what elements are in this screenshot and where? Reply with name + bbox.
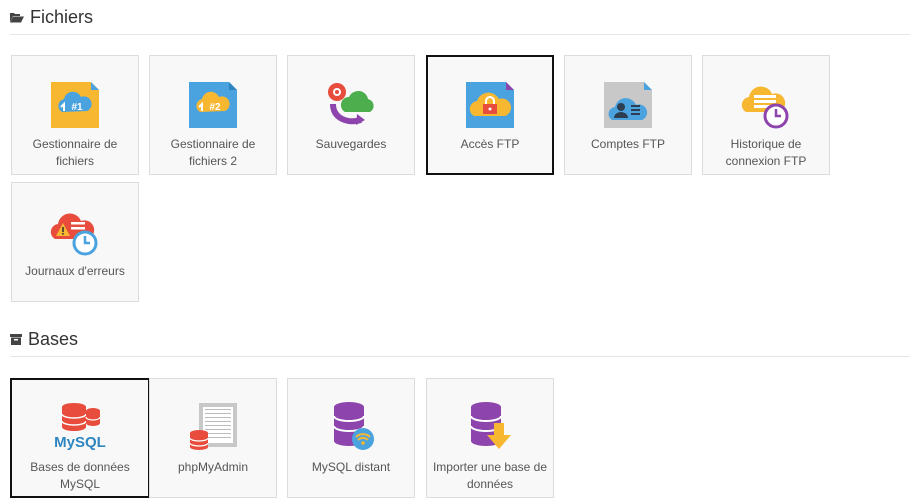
section-label: Bases xyxy=(28,329,79,349)
remote-mysql-icon xyxy=(323,401,379,453)
tile-label: Historique de connexion FTP xyxy=(725,137,807,168)
mysql-icon-text: MySQL xyxy=(54,434,106,451)
tile-mysql-distant[interactable]: MySQL distant xyxy=(287,378,415,498)
fm2-icon-text: #2 xyxy=(209,102,221,113)
tile-comptes-ftp[interactable]: Comptes FTP xyxy=(564,55,692,175)
tile-label: Accès FTP xyxy=(460,137,520,151)
tile-importer-base-donnees[interactable]: Importer une base de données xyxy=(426,378,554,498)
tile-label: Journaux d'erreurs xyxy=(25,264,125,278)
ftp-history-icon xyxy=(738,78,794,130)
file-manager-icon: #1 xyxy=(47,78,103,130)
archive-icon xyxy=(10,329,22,350)
folder-open-icon xyxy=(10,7,24,28)
backup-icon xyxy=(323,78,379,130)
tile-label: MySQL distant xyxy=(311,460,391,474)
ftp-accounts-icon xyxy=(600,78,656,130)
tile-journaux-erreurs[interactable]: Journaux d'erreurs xyxy=(11,182,139,302)
error-logs-icon xyxy=(47,205,103,257)
ftp-access-icon xyxy=(462,78,518,130)
section-divider xyxy=(10,34,910,35)
tile-phpmyadmin[interactable]: phpMyAdmin xyxy=(149,378,277,498)
mysql-icon: MySQL xyxy=(52,401,108,453)
tile-label: Gestionnaire de fichiers 2 xyxy=(170,137,256,168)
tile-label: phpMyAdmin xyxy=(177,460,249,474)
tile-historique-connexion-ftp[interactable]: Historique de connexion FTP xyxy=(702,55,830,175)
tile-label: Importer une base de données xyxy=(432,460,548,491)
tile-label: Comptes FTP xyxy=(590,137,665,151)
tile-gestionnaire-fichiers[interactable]: #1 Gestionnaire de fichiers xyxy=(11,55,139,175)
tile-label: Gestionnaire de fichiers xyxy=(32,137,118,168)
tile-gestionnaire-fichiers-2[interactable]: #2 Gestionnaire de fichiers 2 xyxy=(149,55,277,175)
tile-label: Bases de données MySQL xyxy=(30,460,130,491)
tile-bases-donnees-mysql[interactable]: MySQL Bases de données MySQL xyxy=(10,378,150,498)
phpmyadmin-icon xyxy=(185,401,241,453)
tile-label: Sauvegardes xyxy=(315,137,387,151)
import-database-icon xyxy=(462,401,518,453)
section-divider xyxy=(10,356,910,357)
section-label: Fichiers xyxy=(30,7,94,27)
tile-sauvegardes[interactable]: Sauvegardes xyxy=(287,55,415,175)
fm1-icon-text: #1 xyxy=(71,102,83,113)
tile-acces-ftp[interactable]: Accès FTP xyxy=(426,55,554,175)
file-manager-2-icon: #2 xyxy=(185,78,241,130)
section-title-fichiers: Fichiers xyxy=(10,7,93,28)
section-title-bases: Bases xyxy=(10,329,78,350)
